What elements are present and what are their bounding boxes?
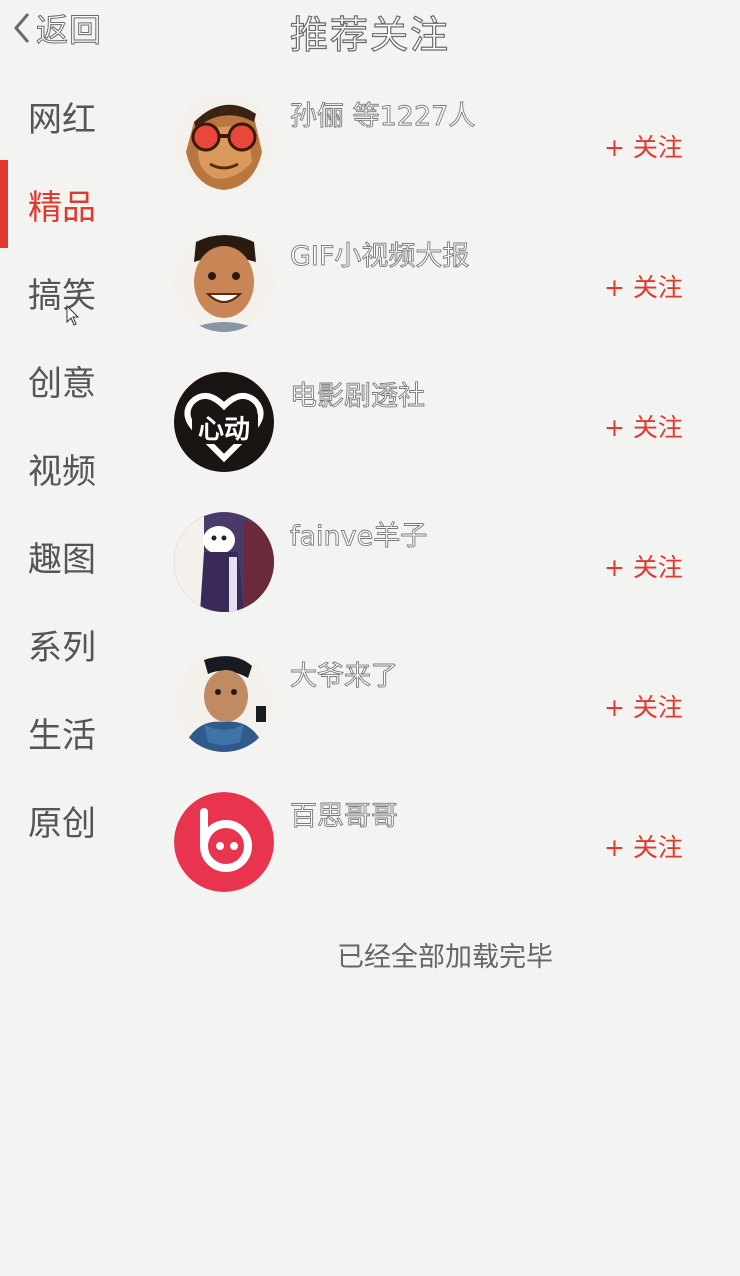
avatar[interactable] <box>174 512 274 612</box>
sidebar-item-shenghuo[interactable]: 生活 <box>0 688 150 776</box>
sidebar-item-jingpin[interactable]: 精品 <box>0 160 150 248</box>
sidebar-item-yuanchuang[interactable]: 原创 <box>0 776 150 864</box>
header: 返回 推荐关注 <box>0 0 740 58</box>
recommended-follow-screen: 返回 推荐关注 网红 精品 搞笑 创意 视频 趣图 系列 生活 原创 孙俪 等1… <box>0 0 740 1276</box>
account-name[interactable]: GIF小视频大报 <box>290 234 470 273</box>
follow-button[interactable]: + 关注 <box>604 268 683 304</box>
follow-button[interactable]: + 关注 <box>604 128 683 164</box>
account-name[interactable]: 孙俪 等1227人 <box>290 94 476 133</box>
avatar[interactable] <box>174 92 274 192</box>
load-complete-text: 已经全部加载完毕 <box>337 942 553 973</box>
sidebar-item-shipin[interactable]: 视频 <box>0 424 150 512</box>
follow-button[interactable]: + 关注 <box>604 828 683 864</box>
list-item[interactable]: 孙俪 等1227人 + 关注 <box>170 80 710 220</box>
page-title: 推荐关注 <box>289 12 450 57</box>
recommended-account-list: 孙俪 等1227人 + 关注 GIF小视频大报 + 关注 心动 电影剧透社 + … <box>170 80 710 920</box>
list-item[interactable]: GIF小视频大报 + 关注 <box>170 220 710 360</box>
avatar-sunglasses-face <box>174 92 274 192</box>
follow-button[interactable]: + 关注 <box>604 548 683 584</box>
sidebar-item-xilie[interactable]: 系列 <box>0 600 150 688</box>
avatar-heart-logo: 心动 <box>174 372 274 472</box>
avatar[interactable] <box>174 792 274 892</box>
list-item[interactable]: 心动 电影剧透社 + 关注 <box>170 360 710 500</box>
account-name[interactable]: 百思哥哥 <box>290 794 399 833</box>
avatar-man-blue-scarf <box>174 652 274 752</box>
account-name[interactable]: fainve羊子 <box>290 514 428 553</box>
avatar-white-figure <box>174 512 274 612</box>
avatar[interactable] <box>174 232 274 332</box>
category-sidebar: 网红 精品 搞笑 创意 视频 趣图 系列 生活 原创 <box>0 72 150 864</box>
follow-button[interactable]: + 关注 <box>604 688 683 724</box>
avatar[interactable] <box>174 652 274 752</box>
avatar-logo-text: 心动 <box>198 415 250 445</box>
account-name[interactable]: 大爷来了 <box>290 654 399 693</box>
list-item[interactable]: 大爷来了 + 关注 <box>170 640 710 780</box>
list-item[interactable]: 百思哥哥 + 关注 <box>170 780 710 920</box>
sidebar-item-chuangyi[interactable]: 创意 <box>0 336 150 424</box>
avatar[interactable]: 心动 <box>174 372 274 472</box>
list-item[interactable]: fainve羊子 + 关注 <box>170 500 710 640</box>
sidebar-item-qutu[interactable]: 趣图 <box>0 512 150 600</box>
avatar-smiling-man <box>174 232 274 332</box>
mouse-cursor-icon <box>66 305 80 326</box>
avatar-b-logo <box>174 792 274 892</box>
account-name[interactable]: 电影剧透社 <box>290 374 426 413</box>
follow-button[interactable]: + 关注 <box>604 408 683 444</box>
sidebar-item-wanghong[interactable]: 网红 <box>0 72 150 160</box>
